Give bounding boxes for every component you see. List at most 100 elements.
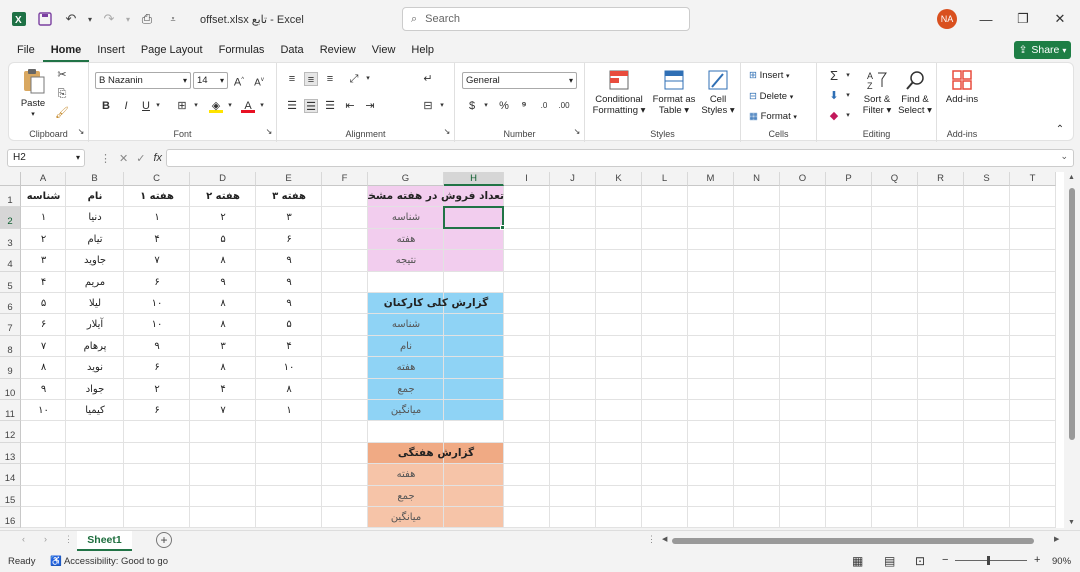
- tab-insert[interactable]: Insert: [89, 38, 133, 62]
- tab-data[interactable]: Data: [272, 38, 311, 62]
- comma-icon[interactable]: ⁹: [517, 99, 531, 113]
- table-cell[interactable]: ۶: [124, 357, 190, 378]
- row-header-3[interactable]: 3: [0, 228, 21, 251]
- row-header-2[interactable]: 2: [0, 207, 21, 229]
- box1-label[interactable]: نتیجه: [368, 250, 444, 271]
- close-icon[interactable]: ✕: [1050, 9, 1070, 29]
- column-header-a[interactable]: A: [21, 172, 66, 186]
- table-cell[interactable]: آیلار: [66, 314, 124, 335]
- table-cell[interactable]: ۸: [190, 314, 256, 335]
- row-header-16[interactable]: 16: [0, 507, 21, 528]
- row-header-11[interactable]: 11: [0, 400, 21, 422]
- row-header-6[interactable]: 6: [0, 293, 21, 315]
- tab-review[interactable]: Review: [312, 38, 364, 62]
- merge-center-icon[interactable]: ⊟: [421, 99, 435, 113]
- table-cell[interactable]: ۹: [256, 250, 322, 271]
- column-header-p[interactable]: P: [826, 172, 872, 186]
- insert-cells-button[interactable]: ⊞ Insert ▾: [749, 70, 813, 82]
- clear-icon[interactable]: ◆: [827, 109, 841, 123]
- table-cell[interactable]: ۶: [124, 400, 190, 421]
- autosum-icon[interactable]: Σ: [827, 69, 841, 83]
- align-bottom-icon[interactable]: ≡: [323, 72, 337, 86]
- table-cell[interactable]: ۲: [124, 379, 190, 400]
- insert-function-icon[interactable]: fx: [153, 152, 162, 164]
- table-cell[interactable]: ۲: [190, 207, 256, 228]
- cancel-icon[interactable]: ✕: [119, 152, 128, 165]
- box2-label[interactable]: جمع: [368, 379, 444, 400]
- chevron-down-icon[interactable]: ▾: [841, 89, 855, 103]
- increase-font-icon[interactable]: A^: [232, 73, 246, 89]
- print-preview-icon[interactable]: ⎙: [136, 8, 158, 30]
- table-cell[interactable]: ۱: [124, 207, 190, 228]
- table-cell[interactable]: ۷: [124, 250, 190, 271]
- chevron-down-icon[interactable]: ▾: [479, 99, 493, 113]
- column-header-r[interactable]: R: [918, 172, 964, 186]
- row-header-4[interactable]: 4: [0, 250, 21, 272]
- font-name-combo[interactable]: B Nazanin ▾: [95, 72, 191, 89]
- table-cell[interactable]: پرهام: [66, 336, 124, 357]
- decrease-font-icon[interactable]: Av: [252, 73, 266, 88]
- table-cell[interactable]: ۳: [190, 336, 256, 357]
- corner-select-all[interactable]: [0, 172, 21, 186]
- page-layout-view-icon[interactable]: ▤: [884, 554, 895, 568]
- italic-icon[interactable]: I: [119, 99, 133, 113]
- table-cell[interactable]: ۲: [21, 229, 66, 250]
- fill-icon[interactable]: ⬇: [827, 89, 841, 103]
- format-painter-icon[interactable]: 🖌: [55, 106, 69, 120]
- table-cell[interactable]: ۹: [124, 336, 190, 357]
- column-header-n[interactable]: N: [734, 172, 780, 186]
- box2-header[interactable]: گزارش کلی کارکنان: [368, 293, 504, 314]
- table-cell[interactable]: کیمیا: [66, 400, 124, 421]
- zoom-slider[interactable]: [955, 560, 1027, 561]
- format-cells-button[interactable]: ▦ Format ▾: [749, 111, 813, 123]
- search-box[interactable]: ⌕ Search: [402, 7, 690, 31]
- align-middle-icon[interactable]: ≡: [304, 72, 318, 86]
- dialog-launcher-icon[interactable]: ↘: [262, 125, 276, 139]
- format-as-table-button[interactable]: Format as Table ▾: [651, 69, 697, 116]
- table-cell[interactable]: ۷: [21, 336, 66, 357]
- column-header-d[interactable]: D: [190, 172, 256, 186]
- column-header-o[interactable]: O: [780, 172, 826, 186]
- percent-icon[interactable]: %: [497, 99, 511, 113]
- orientation-icon[interactable]: ⤢: [347, 72, 361, 86]
- table-cell[interactable]: جواد: [66, 379, 124, 400]
- table-cell[interactable]: ۹: [21, 379, 66, 400]
- column-header-i[interactable]: I: [504, 172, 550, 186]
- tab-view[interactable]: View: [364, 38, 404, 62]
- formula-input[interactable]: ⌄: [166, 149, 1074, 167]
- box3-label[interactable]: جمع: [368, 486, 444, 507]
- paste-button[interactable]: Paste ▾: [17, 67, 49, 120]
- table-cell[interactable]: ۶: [256, 229, 322, 250]
- cell-d1[interactable]: هفته ۲: [190, 186, 256, 207]
- table-cell[interactable]: ۱۰: [256, 357, 322, 378]
- next-sheet-icon[interactable]: ›: [44, 534, 47, 544]
- column-header-q[interactable]: Q: [872, 172, 918, 186]
- accessibility-status[interactable]: ♿ Accessibility: Good to go: [50, 556, 168, 567]
- add-sheet-icon[interactable]: +: [156, 532, 172, 548]
- box1-label[interactable]: شناسه: [368, 207, 444, 228]
- cell-c1[interactable]: هفته ۱: [124, 186, 190, 207]
- currency-icon[interactable]: $: [465, 99, 479, 113]
- table-cell[interactable]: ۹: [256, 293, 322, 314]
- chevron-down-icon[interactable]: ▾: [255, 99, 269, 113]
- redo-icon[interactable]: ↷: [98, 8, 120, 30]
- table-cell[interactable]: جاوید: [66, 250, 124, 271]
- vertical-scroll-thumb[interactable]: [1069, 188, 1075, 440]
- increase-decimal-icon[interactable]: .0: [537, 99, 551, 113]
- align-center-icon[interactable]: ☰: [304, 99, 318, 113]
- increase-indent-icon[interactable]: ⇥: [363, 99, 377, 113]
- box2-label[interactable]: شناسه: [368, 314, 444, 335]
- copy-icon[interactable]: ⎘: [55, 87, 69, 101]
- name-box[interactable]: H2 ▾: [7, 149, 85, 167]
- row-header-13[interactable]: 13: [0, 442, 21, 465]
- fill-handle[interactable]: [500, 224, 505, 230]
- chevron-down-icon[interactable]: ▾: [435, 99, 449, 113]
- redo-dropdown-icon[interactable]: ▾: [124, 8, 132, 30]
- table-cell[interactable]: ۸: [21, 357, 66, 378]
- tab-split-icon[interactable]: ⋮: [647, 534, 656, 545]
- row-header-15[interactable]: 15: [0, 485, 21, 507]
- zoom-level[interactable]: 90%: [1052, 556, 1071, 567]
- enter-icon[interactable]: ✓: [136, 152, 145, 165]
- undo-dropdown-icon[interactable]: ▾: [86, 8, 94, 30]
- box3-header[interactable]: گزارش هفتگی: [368, 443, 504, 464]
